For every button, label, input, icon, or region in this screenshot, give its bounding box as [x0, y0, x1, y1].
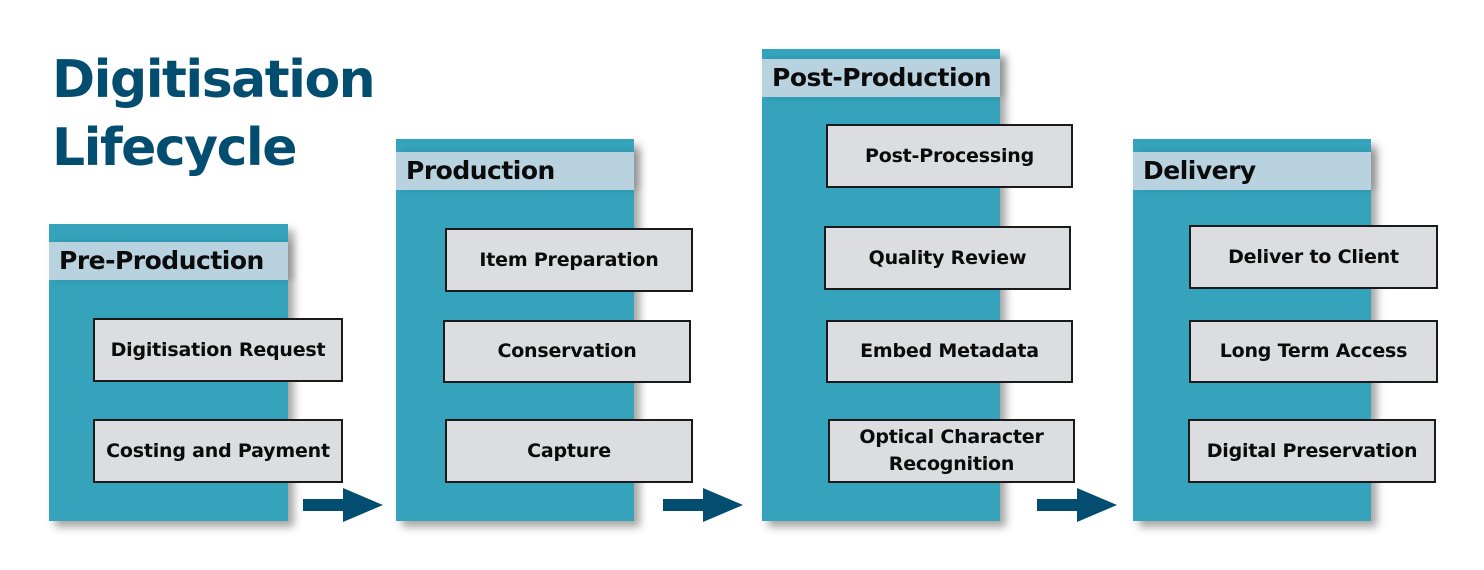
- stage-header: Pre-Production: [49, 242, 288, 280]
- step-post-processing[interactable]: Post-Processing: [826, 124, 1073, 188]
- step-costing-and-payment[interactable]: Costing and Payment: [93, 419, 343, 483]
- stage-title: Post-Production: [772, 63, 992, 92]
- stage-header: Delivery: [1133, 152, 1371, 190]
- title-line-2: Lifecycle: [52, 118, 298, 178]
- arrow-shape: [1037, 488, 1117, 522]
- step-digital-preservation[interactable]: Digital Preservation: [1188, 419, 1436, 483]
- stage-header: Post-Production: [762, 59, 1000, 97]
- stage-header: Production: [396, 152, 634, 190]
- diagram-title: Digitisation Lifecycle: [52, 46, 376, 182]
- stage-title: Production: [406, 156, 555, 185]
- arrow-shape: [303, 488, 383, 522]
- arrow-shape: [663, 488, 743, 522]
- step-deliver-to-client[interactable]: Deliver to Client: [1189, 225, 1438, 289]
- title-line-1: Digitisation: [52, 50, 376, 110]
- step-item-preparation[interactable]: Item Preparation: [445, 228, 693, 292]
- stage-title: Pre-Production: [59, 246, 264, 275]
- step-long-term-access[interactable]: Long Term Access: [1189, 320, 1438, 383]
- step-conservation[interactable]: Conservation: [443, 320, 691, 383]
- step-optical-character-recognition[interactable]: Optical Character Recognition: [828, 419, 1075, 483]
- stage-title: Delivery: [1143, 156, 1256, 185]
- right-arrow-icon: [1037, 488, 1117, 522]
- right-arrow-icon: [663, 488, 743, 522]
- step-embed-metadata[interactable]: Embed Metadata: [826, 320, 1073, 383]
- step-capture[interactable]: Capture: [445, 419, 693, 483]
- step-digitisation-request[interactable]: Digitisation Request: [93, 318, 343, 382]
- right-arrow-icon: [303, 488, 383, 522]
- step-quality-review[interactable]: Quality Review: [824, 226, 1071, 290]
